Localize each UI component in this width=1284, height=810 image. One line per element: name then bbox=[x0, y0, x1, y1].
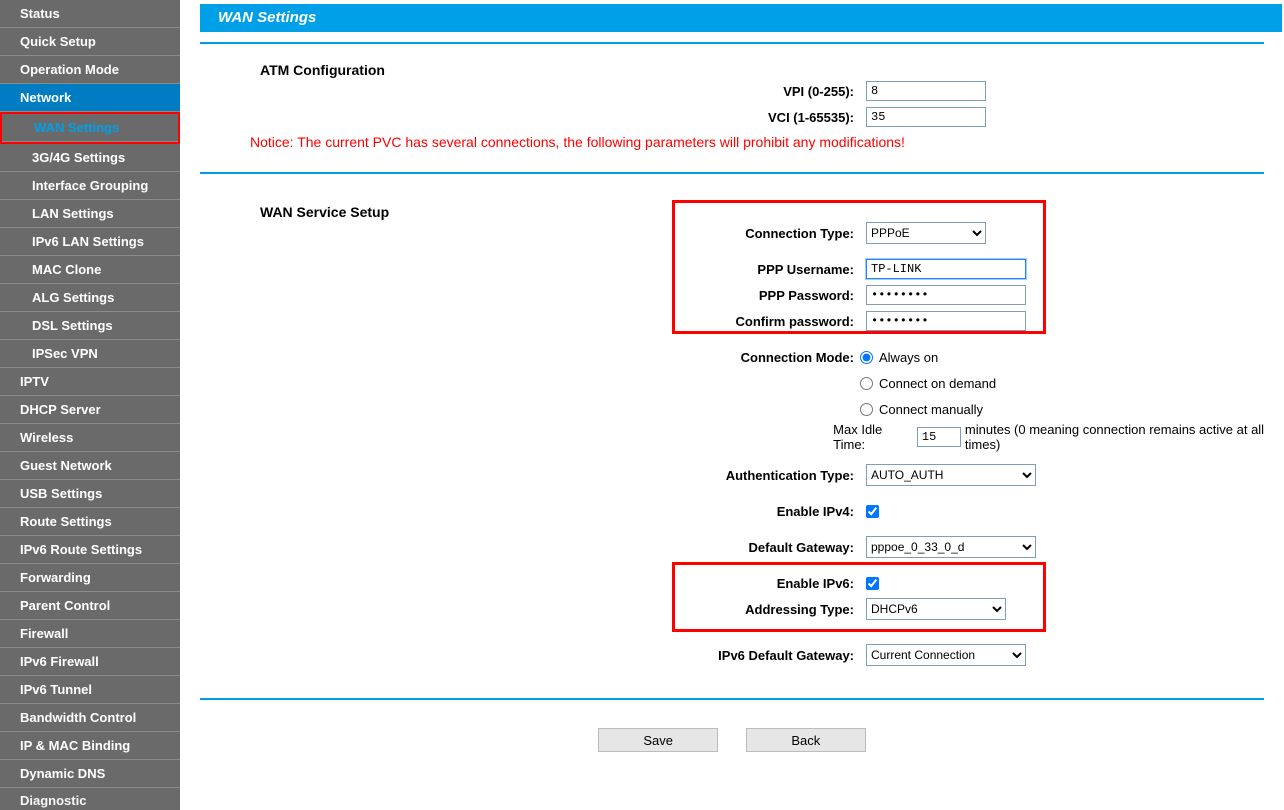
enable-ipv4-label: Enable IPv4: bbox=[200, 504, 860, 519]
ppp-conf-input[interactable] bbox=[866, 311, 1026, 331]
idle-label-post: minutes (0 meaning connection remains ac… bbox=[965, 422, 1284, 452]
sidebar-item-ipv6-firewall[interactable]: IPv6 Firewall bbox=[0, 648, 180, 676]
sidebar-item-ipv6-route-settings[interactable]: IPv6 Route Settings bbox=[0, 536, 180, 564]
vpi-input[interactable] bbox=[866, 81, 986, 101]
auth-label: Authentication Type: bbox=[200, 468, 860, 483]
sidebar-item-lan-settings[interactable]: LAN Settings bbox=[0, 200, 180, 228]
addr-type-label: Addressing Type: bbox=[200, 602, 860, 617]
enable-ipv6-checkbox[interactable] bbox=[866, 577, 879, 590]
sidebar-item-status[interactable]: Status bbox=[0, 0, 180, 28]
divider bbox=[200, 172, 1264, 174]
sidebar-item-quick-setup[interactable]: Quick Setup bbox=[0, 28, 180, 56]
save-button[interactable]: Save bbox=[598, 728, 718, 752]
sidebar-item-wireless[interactable]: Wireless bbox=[0, 424, 180, 452]
sidebar-item-parent-control[interactable]: Parent Control bbox=[0, 592, 180, 620]
idle-label-pre: Max Idle Time: bbox=[833, 422, 913, 452]
vci-input[interactable] bbox=[866, 107, 986, 127]
enable-ipv6-label: Enable IPv6: bbox=[200, 576, 860, 591]
sidebar-item-mac-clone[interactable]: MAC Clone bbox=[0, 256, 180, 284]
conn-mode-always-radio[interactable] bbox=[860, 351, 873, 364]
conn-type-label: Connection Type: bbox=[200, 226, 860, 241]
sidebar-item-dynamic-dns[interactable]: Dynamic DNS bbox=[0, 760, 180, 788]
ipv6-gw-select[interactable]: Current Connection bbox=[866, 644, 1026, 666]
sidebar-item-3g4g-settings[interactable]: 3G/4G Settings bbox=[0, 144, 180, 172]
vpi-label: VPI (0-255): bbox=[200, 84, 860, 99]
sidebar-item-ipv6-tunnel[interactable]: IPv6 Tunnel bbox=[0, 676, 180, 704]
sidebar-item-bandwidth-control[interactable]: Bandwidth Control bbox=[0, 704, 180, 732]
sidebar-item-iptv[interactable]: IPTV bbox=[0, 368, 180, 396]
conn-mode-demand-label: Connect on demand bbox=[879, 376, 996, 391]
enable-ipv4-checkbox[interactable] bbox=[866, 505, 879, 518]
conn-mode-manual-radio[interactable] bbox=[860, 403, 873, 416]
ipv6-gw-label: IPv6 Default Gateway: bbox=[200, 648, 860, 663]
sidebar-item-interface-grouping[interactable]: Interface Grouping bbox=[0, 172, 180, 200]
wan-section-title: WAN Service Setup bbox=[200, 204, 1284, 220]
atm-section-title: ATM Configuration bbox=[200, 54, 1284, 78]
vci-label: VCI (1-65535): bbox=[200, 110, 860, 125]
back-button[interactable]: Back bbox=[746, 728, 866, 752]
conn-mode-manual-label: Connect manually bbox=[879, 402, 983, 417]
sidebar-item-wan-settings[interactable]: WAN Settings bbox=[2, 114, 178, 142]
def-gw-select[interactable]: pppoe_0_33_0_d bbox=[866, 536, 1036, 558]
idle-time-input[interactable] bbox=[917, 427, 961, 447]
sidebar-item-diagnostic[interactable]: Diagnostic bbox=[0, 788, 180, 810]
sidebar-item-dsl-settings[interactable]: DSL Settings bbox=[0, 312, 180, 340]
ppp-pass-label: PPP Password: bbox=[200, 288, 860, 303]
addr-type-select[interactable]: DHCPv6 bbox=[866, 598, 1006, 620]
pvc-notice: Notice: The current PVC has several conn… bbox=[200, 130, 1284, 162]
divider bbox=[200, 42, 1264, 44]
sidebar-item-forwarding[interactable]: Forwarding bbox=[0, 564, 180, 592]
page-title: WAN Settings bbox=[200, 4, 1282, 32]
divider bbox=[200, 698, 1264, 700]
sidebar-item-operation-mode[interactable]: Operation Mode bbox=[0, 56, 180, 84]
conn-mode-demand-radio[interactable] bbox=[860, 377, 873, 390]
highlight-wan-settings-nav: WAN Settings bbox=[0, 112, 180, 144]
sidebar-item-ipv6-lan-settings[interactable]: IPv6 LAN Settings bbox=[0, 228, 180, 256]
sidebar-item-alg-settings[interactable]: ALG Settings bbox=[0, 284, 180, 312]
sidebar-item-ipsec-vpn[interactable]: IPSec VPN bbox=[0, 340, 180, 368]
conn-type-select[interactable]: PPPoE bbox=[866, 222, 986, 244]
sidebar-item-ip-mac-binding[interactable]: IP & MAC Binding bbox=[0, 732, 180, 760]
sidebar-item-usb-settings[interactable]: USB Settings bbox=[0, 480, 180, 508]
sidebar-item-firewall[interactable]: Firewall bbox=[0, 620, 180, 648]
ppp-user-label: PPP Username: bbox=[200, 262, 860, 277]
ppp-pass-input[interactable] bbox=[866, 285, 1026, 305]
sidebar-item-network[interactable]: Network bbox=[0, 84, 180, 112]
conn-mode-label: Connection Mode: bbox=[200, 350, 860, 365]
main-content: WAN Settings ATM Configuration VPI (0-25… bbox=[180, 0, 1284, 810]
ppp-user-input[interactable] bbox=[866, 259, 1026, 279]
sidebar-item-dhcp-server[interactable]: DHCP Server bbox=[0, 396, 180, 424]
sidebar: Status Quick Setup Operation Mode Networ… bbox=[0, 0, 180, 810]
def-gw-label: Default Gateway: bbox=[200, 540, 860, 555]
conn-mode-always-label: Always on bbox=[879, 350, 938, 365]
ppp-conf-label: Confirm password: bbox=[200, 314, 860, 329]
auth-select[interactable]: AUTO_AUTH bbox=[866, 464, 1036, 486]
sidebar-item-guest-network[interactable]: Guest Network bbox=[0, 452, 180, 480]
sidebar-item-route-settings[interactable]: Route Settings bbox=[0, 508, 180, 536]
